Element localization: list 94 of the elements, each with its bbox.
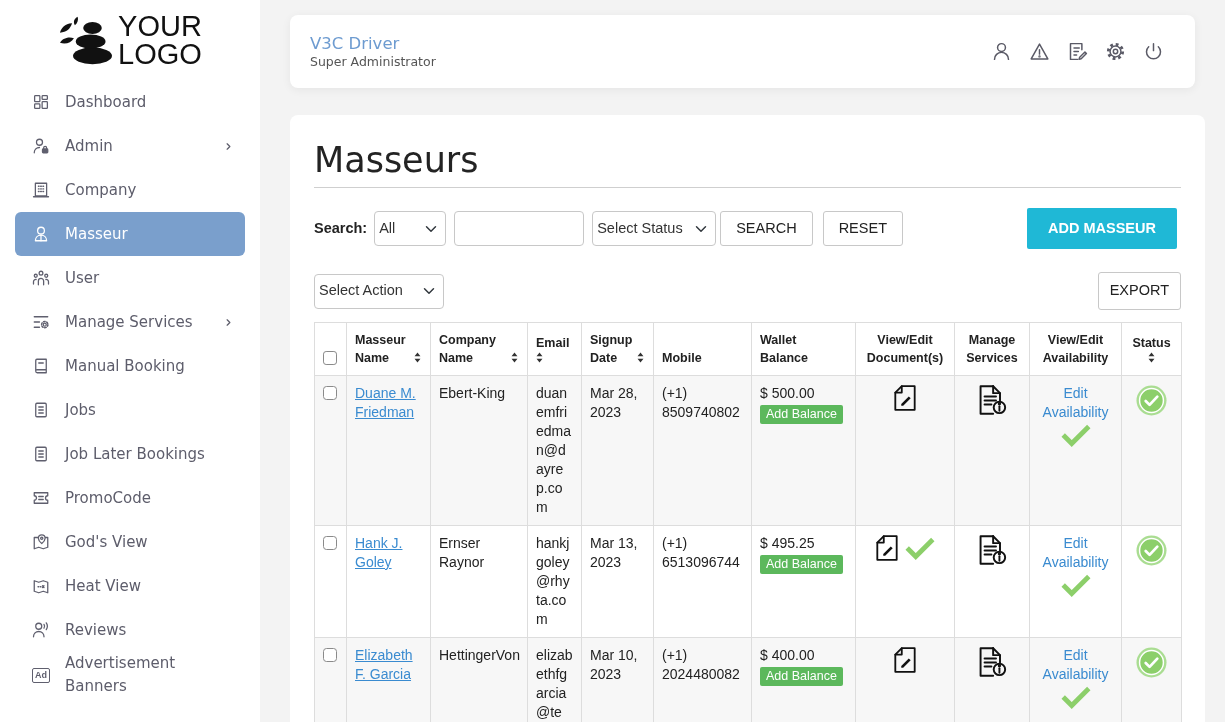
grid-icon bbox=[32, 93, 50, 111]
sidebar-item[interactable]: Dashboard bbox=[15, 80, 245, 124]
email-address: duanemfriedman@dayrep.com bbox=[536, 385, 572, 515]
action-select[interactable]: Select Action bbox=[314, 273, 444, 309]
person-voice-icon bbox=[32, 621, 50, 639]
map-icon bbox=[32, 577, 50, 595]
search-field[interactable] bbox=[454, 211, 585, 246]
settings-icon[interactable] bbox=[1105, 41, 1126, 62]
sort-icon[interactable] bbox=[414, 352, 421, 363]
column-header: Company Name bbox=[439, 332, 497, 367]
column-header: View/Edit Availability bbox=[1041, 332, 1110, 367]
building-icon bbox=[32, 181, 50, 199]
row-checkbox[interactable] bbox=[323, 536, 337, 550]
search-label: Search: bbox=[314, 218, 368, 238]
sort-icon[interactable] bbox=[637, 352, 644, 363]
column-header: Signup Date bbox=[590, 332, 634, 367]
column-header: Manage Services bbox=[965, 332, 1019, 367]
sidebar-item[interactable]: Heat View bbox=[15, 564, 245, 608]
user-name: V3C Driver bbox=[310, 33, 401, 54]
check-circle-icon[interactable] bbox=[1136, 535, 1167, 566]
page-title: Masseurs bbox=[314, 139, 1181, 188]
reset-button[interactable]: RESET bbox=[822, 211, 903, 246]
sidebar-item[interactable]: PromoCode bbox=[15, 476, 245, 520]
sidebar-item[interactable]: Company bbox=[15, 168, 245, 212]
document-info-icon[interactable] bbox=[977, 384, 1007, 416]
sidebar-item[interactable]: Jobs bbox=[15, 388, 245, 432]
wallet-balance: $ 495.25 bbox=[760, 534, 815, 553]
company-name: Ebert-King bbox=[439, 385, 506, 401]
list-gear-icon bbox=[32, 313, 50, 331]
column-header: Wallet Balance bbox=[760, 332, 809, 367]
sidebar-item[interactable]: Manual Booking bbox=[15, 344, 245, 388]
scope-select[interactable]: All bbox=[374, 211, 447, 246]
sidebar-item[interactable]: Job Later Bookings bbox=[15, 432, 245, 476]
profile-icon[interactable] bbox=[991, 41, 1012, 62]
edit-availability-link[interactable]: Edit Availability bbox=[1038, 534, 1113, 572]
user-role: Super Administrator bbox=[310, 53, 436, 70]
company-name: HettingerVon bbox=[439, 647, 520, 663]
masseur-name-link[interactable]: Hank J. Goley bbox=[355, 534, 422, 572]
person-icon bbox=[32, 225, 50, 243]
mobile-number: (+1) 6513096744 bbox=[662, 535, 740, 570]
document-lines-icon bbox=[32, 445, 50, 463]
check-circle-icon[interactable] bbox=[1136, 385, 1167, 416]
column-header: Email bbox=[536, 335, 570, 352]
sidebar-item[interactable]: User bbox=[15, 256, 245, 300]
signup-date: Mar 10, 2023 bbox=[590, 647, 638, 682]
sort-icon[interactable] bbox=[511, 352, 518, 363]
email-address: elizabethfgarcia@te bbox=[536, 647, 573, 720]
document-info-icon[interactable] bbox=[977, 534, 1007, 566]
company-name: Ernser Raynor bbox=[439, 535, 485, 570]
search-button[interactable]: SEARCH bbox=[720, 211, 813, 246]
mobile-number: (+1) 8509740802 bbox=[662, 385, 740, 420]
edit-availability-link[interactable]: Edit Availability bbox=[1038, 646, 1113, 684]
signup-date: Mar 28, 2023 bbox=[590, 385, 638, 420]
export-button[interactable]: EXPORT bbox=[1097, 272, 1181, 310]
wallet-balance: $ 400.00 bbox=[760, 646, 815, 665]
stacked-stones-icon bbox=[58, 15, 115, 67]
signup-date: Mar 13, 2023 bbox=[590, 535, 638, 570]
edit-availability-link[interactable]: Edit Availability bbox=[1038, 384, 1113, 422]
map-pin-icon bbox=[32, 533, 50, 551]
logo-text: YOUR LOGO bbox=[118, 13, 202, 69]
sidebar-item[interactable]: Ad Advertisement Banners bbox=[15, 652, 245, 698]
column-header: Status bbox=[1132, 335, 1171, 352]
sidebar-item[interactable]: Admin bbox=[15, 124, 245, 168]
check-circle-icon[interactable] bbox=[1136, 647, 1167, 678]
masseur-name-link[interactable]: Elizabeth F. Garcia bbox=[355, 646, 422, 684]
sidebar-item[interactable]: God's View bbox=[15, 520, 245, 564]
mobile-number: (+1) 2024480082 bbox=[662, 647, 740, 682]
sidebar-item[interactable]: Reviews bbox=[15, 608, 245, 652]
row-checkbox[interactable] bbox=[323, 386, 337, 400]
column-header: View/Edit Document(s) bbox=[865, 332, 945, 367]
email-address: hankjgoley@rhyta.com bbox=[536, 535, 570, 627]
select-all-checkbox[interactable] bbox=[323, 351, 337, 365]
people-icon bbox=[32, 269, 50, 287]
sort-icon[interactable] bbox=[1148, 352, 1155, 363]
ad-icon: Ad bbox=[32, 667, 50, 683]
sidebar-item[interactable]: Manage Services bbox=[15, 300, 245, 344]
masseur-name-link[interactable]: Duane M. Friedman bbox=[355, 384, 422, 422]
power-icon[interactable] bbox=[1143, 41, 1164, 62]
warning-icon[interactable] bbox=[1029, 41, 1050, 62]
column-header: Mobile bbox=[662, 350, 702, 367]
ticket-icon bbox=[32, 489, 50, 507]
person-lock-icon bbox=[32, 137, 50, 155]
sort-icon[interactable] bbox=[536, 352, 543, 363]
column-header: Masseur Name bbox=[355, 332, 407, 367]
edit-document-icon[interactable] bbox=[1067, 41, 1088, 62]
wallet-balance: $ 500.00 bbox=[760, 384, 815, 403]
document-pencil-icon[interactable] bbox=[892, 646, 918, 674]
document-pencil-icon[interactable] bbox=[874, 534, 900, 562]
document-pencil-icon[interactable] bbox=[892, 384, 918, 412]
book-icon bbox=[32, 357, 50, 375]
row-checkbox[interactable] bbox=[323, 648, 337, 662]
status-select[interactable]: Select Status bbox=[592, 211, 717, 246]
document-info-icon[interactable] bbox=[977, 646, 1007, 678]
document-lines-icon bbox=[32, 401, 50, 419]
